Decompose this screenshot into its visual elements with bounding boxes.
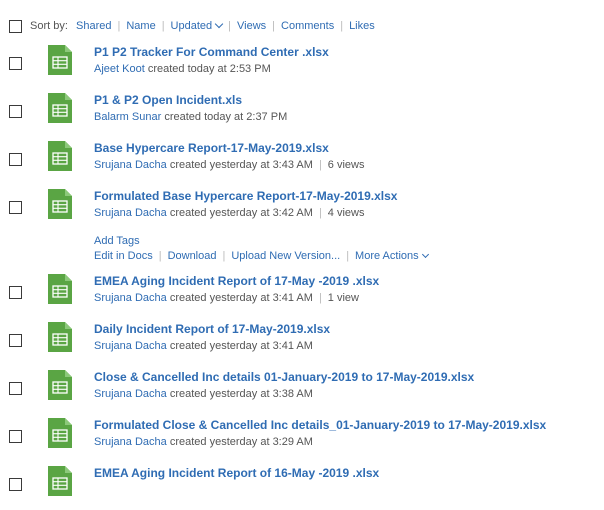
file-meta: Ajeet Koot created today at 2:53 PM (94, 63, 271, 75)
file-meta: Srujana Dacha created yesterday at 3:41 … (94, 292, 359, 304)
file-title-link[interactable]: P1 P2 Tracker For Command Center .xlsx (94, 45, 329, 59)
spreadsheet-file-icon (48, 189, 72, 219)
spreadsheet-file-icon (48, 370, 72, 400)
author-link[interactable]: Srujana Dacha (94, 207, 167, 219)
file-title-link[interactable]: Formulated Close & Cancelled Inc details… (94, 418, 546, 432)
author-link[interactable]: Balarm Sunar (94, 111, 161, 123)
file-title-link[interactable]: Close & Cancelled Inc details 01-January… (94, 370, 474, 384)
chevron-down-icon (214, 19, 224, 29)
file-title-link[interactable]: Daily Incident Report of 17-May-2019.xls… (94, 322, 330, 336)
view-count: 4 views (327, 207, 365, 219)
file-row: P1 & P2 Open Incident.xls Balarm Sunar cr… (0, 93, 604, 137)
separator: | (158, 250, 162, 262)
file-title-link[interactable]: EMEA Aging Incident Report of 17-May -20… (94, 274, 379, 288)
sort-comments[interactable]: Comments (281, 20, 334, 32)
download-link[interactable]: Download (168, 250, 217, 262)
separator: | (340, 20, 344, 32)
file-checkbox[interactable] (9, 57, 22, 70)
created-text: created yesterday at 3:41 AM (169, 292, 313, 304)
separator: | (222, 250, 226, 262)
file-checkbox[interactable] (9, 286, 22, 299)
file-meta: Balarm Sunar created today at 2:37 PM (94, 111, 287, 123)
file-checkbox[interactable] (9, 430, 22, 443)
file-title-link[interactable]: EMEA Aging Incident Report of 16-May -20… (94, 466, 379, 480)
separator: | (318, 207, 322, 219)
sort-updated[interactable]: Updated (170, 19, 224, 32)
file-row: Daily Incident Report of 17-May-2019.xls… (0, 322, 604, 366)
file-checkbox[interactable] (9, 478, 22, 491)
file-row: P1 P2 Tracker For Command Center .xlsx Aj… (0, 45, 604, 89)
sort-likes[interactable]: Likes (349, 20, 375, 32)
sort-label: Sort by: (30, 20, 68, 32)
author-link[interactable]: Srujana Dacha (94, 292, 167, 304)
spreadsheet-file-icon (48, 45, 72, 75)
file-title-link[interactable]: P1 & P2 Open Incident.xls (94, 93, 242, 107)
file-row: Base Hypercare Report-17-May-2019.xlsx Sr… (0, 141, 604, 185)
file-row: Formulated Base Hypercare Report-17-May-… (0, 189, 604, 233)
separator: | (346, 250, 350, 262)
edit-in-docs-link[interactable]: Edit in Docs (94, 250, 153, 262)
created-text: created yesterday at 3:43 AM (169, 159, 313, 171)
spreadsheet-file-icon (48, 274, 72, 304)
file-row: Close & Cancelled Inc details 01-January… (0, 370, 604, 414)
file-meta: Srujana Dacha created yesterday at 3:29 … (94, 436, 313, 448)
spreadsheet-file-icon (48, 93, 72, 123)
file-meta: Srujana Dacha created yesterday at 3:38 … (94, 388, 313, 400)
view-count: 1 view (327, 292, 359, 304)
author-link[interactable]: Srujana Dacha (94, 340, 167, 352)
select-all-checkbox[interactable] (9, 20, 22, 33)
file-checkbox[interactable] (9, 334, 22, 347)
separator: | (318, 292, 322, 304)
more-actions-menu[interactable]: More Actions (355, 250, 429, 262)
chevron-down-icon (421, 250, 429, 259)
separator: | (117, 20, 121, 32)
upload-new-version-link[interactable]: Upload New Version... (231, 250, 340, 262)
sort-views[interactable]: Views (237, 20, 266, 32)
file-meta: Srujana Dacha created yesterday at 3:42 … (94, 207, 364, 219)
author-link[interactable]: Srujana Dacha (94, 388, 167, 400)
sort-bar: Sort by: Shared | Name | Updated | Views… (0, 15, 604, 37)
spreadsheet-file-icon (48, 466, 72, 496)
author-link[interactable]: Srujana Dacha (94, 436, 167, 448)
spreadsheet-file-icon (48, 322, 72, 352)
spreadsheet-file-icon (48, 141, 72, 171)
created-text: created yesterday at 3:38 AM (169, 388, 313, 400)
file-row: EMEA Aging Incident Report of 17-May -20… (0, 274, 604, 318)
file-checkbox[interactable] (9, 153, 22, 166)
created-text: created yesterday at 3:42 AM (169, 207, 313, 219)
add-tags-link[interactable]: Add Tags (94, 235, 140, 247)
file-row: Formulated Close & Cancelled Inc details… (0, 418, 604, 462)
separator: | (161, 20, 165, 32)
file-meta: Srujana Dacha created yesterday at 3:41 … (94, 340, 313, 352)
created-text: created today at 2:37 PM (164, 111, 288, 123)
file-meta: Srujana Dacha created yesterday at 3:43 … (94, 159, 364, 171)
file-checkbox[interactable] (9, 105, 22, 118)
file-title-link[interactable]: Base Hypercare Report-17-May-2019.xlsx (94, 141, 329, 155)
sort-options: Shared | Name | Updated | Views | Commen… (76, 19, 375, 32)
created-text: created yesterday at 3:29 AM (169, 436, 313, 448)
view-count: 6 views (327, 159, 365, 171)
author-link[interactable]: Srujana Dacha (94, 159, 167, 171)
separator: | (318, 159, 322, 171)
file-actions: Edit in Docs | Download | Upload New Ver… (94, 250, 429, 262)
file-row: EMEA Aging Incident Report of 16-May -20… (0, 466, 604, 510)
file-title-link[interactable]: Formulated Base Hypercare Report-17-May-… (94, 189, 397, 203)
sort-shared[interactable]: Shared (76, 20, 111, 32)
spreadsheet-file-icon (48, 418, 72, 448)
author-link[interactable]: Ajeet Koot (94, 63, 145, 75)
more-actions-label: More Actions (355, 250, 419, 262)
separator: | (228, 20, 231, 32)
sort-updated-label: Updated (170, 20, 213, 32)
created-text: created yesterday at 3:41 AM (169, 340, 313, 352)
file-checkbox[interactable] (9, 382, 22, 395)
file-checkbox[interactable] (9, 201, 22, 214)
created-text: created today at 2:53 PM (147, 63, 271, 75)
separator: | (272, 20, 276, 32)
sort-name[interactable]: Name (126, 20, 155, 32)
